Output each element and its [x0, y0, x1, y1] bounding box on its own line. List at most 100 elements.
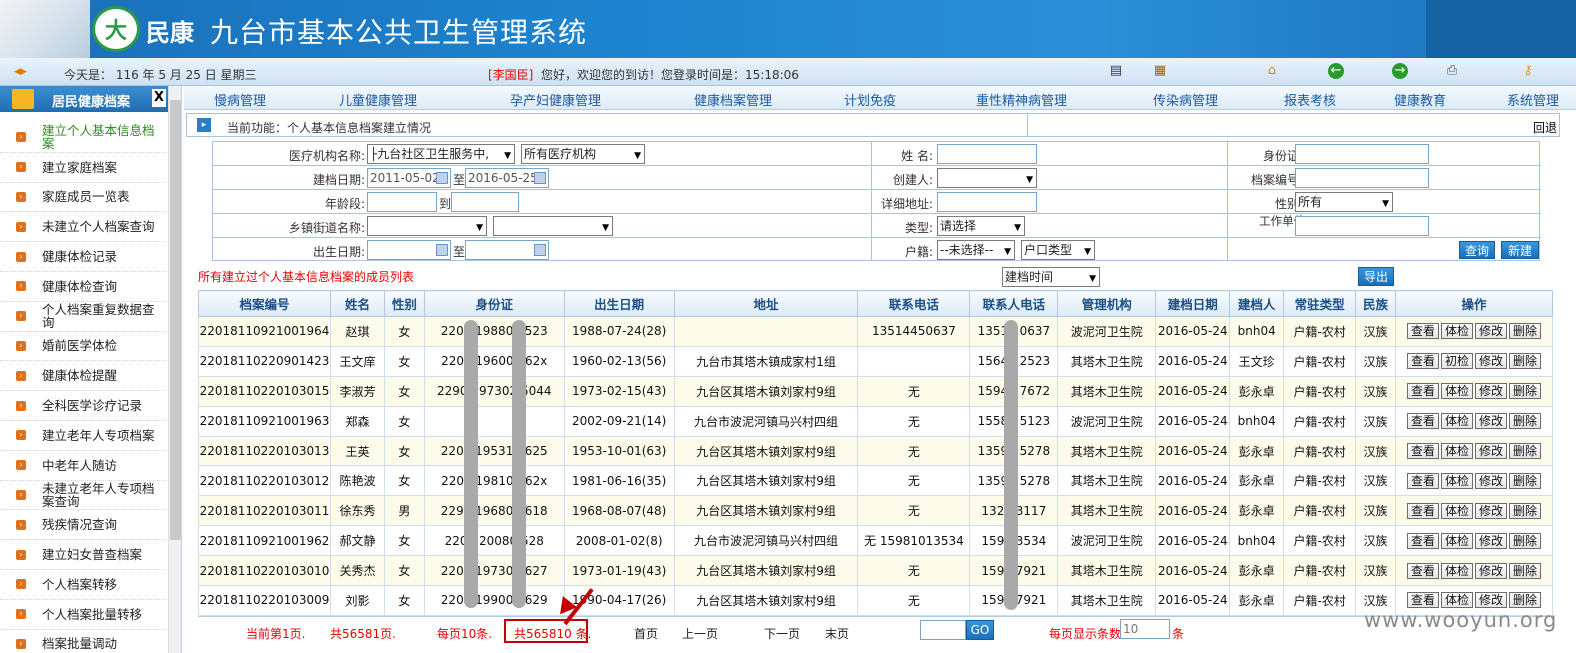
row-action-button[interactable]: 修改 [1475, 472, 1508, 489]
row-action-button[interactable]: 删除 [1509, 413, 1542, 430]
row-action-button[interactable]: 体检 [1440, 532, 1473, 549]
calendar-icon[interactable] [534, 244, 546, 256]
home-icon[interactable]: ⌂ [1264, 63, 1280, 79]
row-action-button[interactable]: 查看 [1406, 532, 1439, 549]
id-input[interactable] [1295, 144, 1429, 164]
birth-from-input[interactable] [367, 240, 451, 260]
row-action-button[interactable]: 查看 [1406, 502, 1439, 519]
sex-select[interactable]: 所有 [1295, 192, 1393, 213]
row-action-button[interactable]: 修改 [1475, 383, 1508, 400]
org-select[interactable]: ├九台社区卫生服务中, [367, 144, 515, 165]
export-button[interactable]: 导出 [1358, 267, 1394, 286]
page-jump-input[interactable] [920, 620, 966, 640]
row-action-button[interactable]: 体检 [1440, 443, 1473, 459]
row-action-button[interactable]: 查看 [1406, 323, 1439, 340]
row-action-button[interactable]: 体检 [1440, 562, 1473, 579]
row-action-button[interactable]: 删除 [1509, 592, 1542, 609]
nav-reports[interactable]: 报表考核 [1284, 90, 1336, 109]
row-action-button[interactable]: 体检 [1440, 502, 1473, 519]
sidebar-item[interactable]: › 中老年人随访 [0, 451, 166, 481]
row-action-button[interactable]: 删除 [1509, 323, 1542, 340]
back-link[interactable]: 回退 [1533, 119, 1557, 136]
row-action-button[interactable]: 修改 [1475, 592, 1508, 609]
row-action-button[interactable]: 删除 [1509, 532, 1542, 549]
sidebar-item[interactable]: › 建立老年人专项档案 [0, 421, 166, 451]
sidebar-item[interactable]: › 档案批量调动 [0, 630, 166, 653]
sidebar-item[interactable]: › 建立妇女普查档案 [0, 540, 166, 570]
age-to-input[interactable] [451, 192, 519, 212]
creator-select[interactable] [937, 168, 1037, 189]
sidebar-scrollbar[interactable] [168, 86, 181, 653]
key-icon[interactable]: ⚷ [1520, 63, 1536, 79]
hukou-type-select[interactable]: 户口类型 [1021, 240, 1095, 261]
sidebar-item[interactable]: › 婚前医学体检 [0, 332, 166, 362]
address-input[interactable] [937, 192, 1037, 212]
sidebar-item[interactable]: › 个人档案批量转移 [0, 600, 166, 630]
age-from-input[interactable] [367, 192, 437, 212]
row-action-button[interactable]: 查看 [1406, 383, 1439, 400]
sidebar-item[interactable]: › 残疾情况查询 [0, 510, 166, 541]
nav-chronic[interactable]: 慢病管理 [214, 90, 266, 109]
row-action-button[interactable]: 修改 [1475, 532, 1508, 549]
row-action-button[interactable]: 修改 [1475, 353, 1508, 370]
nav-health-records[interactable]: 健康档案管理 [694, 90, 772, 109]
last-page-link[interactable]: 末页 [825, 625, 849, 642]
calendar-icon[interactable] [534, 172, 546, 184]
row-action-button[interactable]: 体检 [1440, 592, 1473, 609]
row-action-button[interactable]: 查看 [1406, 353, 1439, 370]
first-page-link[interactable]: 首页 [634, 625, 658, 642]
row-action-button[interactable]: 查看 [1406, 592, 1439, 609]
sidebar-item[interactable]: › 个人档案转移 [0, 570, 166, 600]
sort-select[interactable]: 建档时间 [1002, 267, 1100, 288]
calendar-icon[interactable] [436, 244, 448, 256]
calendar-icon[interactable] [436, 172, 448, 184]
nav-mental[interactable]: 重性精神病管理 [976, 90, 1067, 109]
row-action-button[interactable]: 查看 [1406, 472, 1439, 489]
date-to-input[interactable]: 2016-05-25 [465, 168, 549, 188]
type-select[interactable]: 请选择 [937, 216, 1025, 237]
scrollbar-thumb[interactable] [170, 100, 181, 540]
sidebar-item[interactable]: › 未建立老年人专项档案查询 [0, 481, 166, 511]
row-action-button[interactable]: 查看 [1406, 562, 1439, 579]
query-button[interactable]: 查询 [1459, 241, 1495, 259]
row-action-button[interactable]: 修改 [1475, 443, 1508, 459]
row-action-button[interactable]: 查看 [1406, 443, 1439, 459]
row-action-button[interactable]: 体检 [1440, 383, 1473, 400]
sidebar-item[interactable]: › 健康体检记录 [0, 242, 166, 272]
expand-icon[interactable]: ▸ [197, 118, 211, 132]
forward-icon[interactable]: → [1392, 63, 1408, 79]
go-button[interactable]: GO [966, 620, 994, 640]
nav-immunization[interactable]: 计划免疫 [844, 90, 896, 109]
org2-select[interactable]: 所有医疗机构 [521, 144, 645, 165]
row-action-button[interactable]: 修改 [1475, 502, 1508, 519]
row-action-button[interactable]: 修改 [1475, 323, 1508, 340]
row-action-button[interactable]: 删除 [1509, 562, 1542, 579]
row-action-button[interactable]: 修改 [1475, 413, 1508, 430]
birth-to-input[interactable] [465, 240, 549, 260]
huji-select[interactable]: --未选择-- [937, 240, 1015, 261]
sidebar-item[interactable]: › 未建立个人档案查询 [0, 212, 166, 243]
nav-system[interactable]: 系统管理 [1507, 90, 1559, 109]
print-icon[interactable]: ⎙ [1444, 63, 1460, 79]
row-action-button[interactable]: 修改 [1475, 562, 1508, 579]
sidebar-item[interactable]: › 个人档案重复数据查询 [0, 302, 166, 332]
next-page-link[interactable]: 下一页 [764, 625, 800, 642]
nav-maternal[interactable]: 孕产妇健康管理 [510, 90, 601, 109]
village-select[interactable] [493, 216, 613, 237]
prev-page-link[interactable]: 上一页 [682, 625, 718, 642]
row-action-button[interactable]: 删除 [1509, 443, 1542, 459]
sidebar-item[interactable]: › 健康体检提醒 [0, 361, 166, 392]
sidebar-item[interactable]: › 家庭成员一览表 [0, 183, 166, 213]
notes-icon[interactable]: ▤ [1108, 63, 1124, 79]
town-select[interactable] [367, 216, 487, 237]
toggle-arrows-icon[interactable]: ◂▸ [14, 64, 27, 79]
row-action-button[interactable]: 体检 [1440, 323, 1473, 340]
fileno-input[interactable] [1295, 168, 1429, 188]
new-button[interactable]: 新建 [1501, 241, 1539, 259]
nav-infectious[interactable]: 传染病管理 [1153, 90, 1218, 109]
sidebar-item[interactable]: › 建立个人基本信息档案 [0, 123, 166, 153]
row-action-button[interactable]: 初检 [1440, 353, 1473, 370]
back-icon[interactable]: ← [1328, 63, 1344, 79]
row-action-button[interactable]: 查看 [1406, 413, 1439, 430]
sidebar-item[interactable]: › 健康体检查询 [0, 272, 166, 302]
